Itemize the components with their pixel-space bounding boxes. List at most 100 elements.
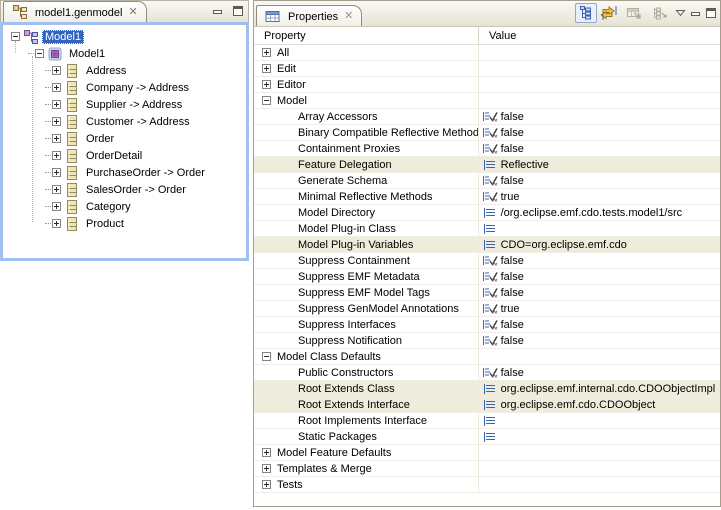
- property-value-cell[interactable]: true: [478, 189, 720, 204]
- property-row-minimal-reflective-methods[interactable]: Minimal Reflective Methods true: [254, 189, 720, 205]
- property-value: CDO=org.eclipse.emf.cdo: [501, 239, 627, 251]
- expand-icon[interactable]: [262, 480, 271, 489]
- close-icon[interactable]: ✕: [128, 7, 137, 17]
- property-row-root-extends-interface[interactable]: Root Extends Interface org.eclipse.emf.c…: [254, 397, 720, 413]
- tree-mode-button[interactable]: [575, 3, 597, 23]
- property-value-cell[interactable]: /org.eclipse.emf.cdo.tests.model1/src: [478, 205, 720, 220]
- expand-icon[interactable]: [262, 64, 271, 73]
- property-row-array-accessors[interactable]: Array Accessors false: [254, 109, 720, 125]
- tree-item-supplier-address-l2[interactable]: Supplier -> Address: [3, 96, 246, 113]
- category-row-editor[interactable]: Editor: [254, 77, 720, 93]
- property-value-cell[interactable]: Reflective: [478, 157, 720, 172]
- property-value-cell[interactable]: false: [478, 125, 720, 140]
- expand-icon[interactable]: [52, 100, 61, 109]
- property-value-cell[interactable]: false: [478, 141, 720, 156]
- view-menu-icon[interactable]: [673, 4, 687, 22]
- category-row-model-class-defaults[interactable]: Model Class Defaults: [254, 349, 720, 365]
- property-value-cell[interactable]: [478, 413, 720, 428]
- tree-item-category-l2[interactable]: Category: [3, 198, 246, 215]
- property-value-cell[interactable]: true: [478, 301, 720, 316]
- expand-icon[interactable]: [262, 448, 271, 457]
- expand-icon[interactable]: [52, 219, 61, 228]
- tree-item-order-l2[interactable]: Order: [3, 130, 246, 147]
- property-row-suppress-interfaces[interactable]: Suppress Interfaces false: [254, 317, 720, 333]
- tree-item-company-address-l2[interactable]: Company -> Address: [3, 79, 246, 96]
- tree-item-orderdetail-l2[interactable]: OrderDetail: [3, 147, 246, 164]
- property-row-containment-proxies[interactable]: Containment Proxies false: [254, 141, 720, 157]
- property-row-binary-compatible-reflective-methods[interactable]: Binary Compatible Reflective Methods fal…: [254, 125, 720, 141]
- tree-item-salesorder-order-l2[interactable]: SalesOrder -> Order: [3, 181, 246, 198]
- property-row-generate-schema[interactable]: Generate Schema false: [254, 173, 720, 189]
- property-row-root-implements-interface[interactable]: Root Implements Interface: [254, 413, 720, 429]
- collapse-icon[interactable]: [262, 352, 271, 361]
- property-value-cell[interactable]: false: [478, 365, 720, 380]
- expand-icon[interactable]: [262, 80, 271, 89]
- property-value-cell[interactable]: org.eclipse.emf.cdo.CDOObject: [478, 397, 720, 412]
- minimize-button[interactable]: [211, 4, 224, 17]
- property-row-feature-delegation[interactable]: Feature Delegation Reflective: [254, 157, 720, 173]
- expand-icon[interactable]: [262, 48, 271, 57]
- property-row-root-extends-class[interactable]: Root Extends Class org.eclipse.emf.inter…: [254, 381, 720, 397]
- class-icon: [64, 216, 80, 232]
- property-value-cell[interactable]: false: [478, 253, 720, 268]
- property-row-suppress-notification[interactable]: Suppress Notification false: [254, 333, 720, 349]
- maximize-button[interactable]: [704, 7, 717, 20]
- expand-icon[interactable]: [52, 202, 61, 211]
- property-row-suppress-containment[interactable]: Suppress Containment false: [254, 253, 720, 269]
- minimize-button[interactable]: [689, 7, 702, 20]
- collapse-icon[interactable]: [11, 32, 20, 41]
- category-row-all[interactable]: All: [254, 45, 720, 61]
- property-value-cell[interactable]: [478, 221, 720, 236]
- property-value-cell[interactable]: CDO=org.eclipse.emf.cdo: [478, 237, 720, 252]
- property-value-cell[interactable]: org.eclipse.emf.internal.cdo.CDOObjectIm…: [478, 381, 720, 396]
- property-value-cell[interactable]: false: [478, 269, 720, 284]
- property-value-cell: [478, 349, 720, 364]
- category-row-tests[interactable]: Tests: [254, 477, 720, 493]
- properties-toolbar: [575, 3, 717, 23]
- property-row-suppress-emf-metadata[interactable]: Suppress EMF Metadata false: [254, 269, 720, 285]
- tree-item-model1-l1[interactable]: Model1: [3, 45, 246, 62]
- property-row-public-constructors[interactable]: Public Constructors false: [254, 365, 720, 381]
- property-row-model-directory[interactable]: Model Directory /org.eclipse.emf.cdo.tes…: [254, 205, 720, 221]
- maximize-button[interactable]: [231, 4, 244, 17]
- category-row-model[interactable]: Model: [254, 93, 720, 109]
- tree-item-customer-address-l2[interactable]: Customer -> Address: [3, 113, 246, 130]
- property-value-cell[interactable]: false: [478, 173, 720, 188]
- expand-icon[interactable]: [52, 134, 61, 143]
- property-row-suppress-emf-model-tags[interactable]: Suppress EMF Model Tags false: [254, 285, 720, 301]
- tab-model1-genmodel[interactable]: model1.genmodel ✕: [3, 1, 147, 22]
- property-row-model-plug-in-variables[interactable]: Model Plug-in Variables CDO=org.eclipse.…: [254, 237, 720, 253]
- expand-icon[interactable]: [52, 66, 61, 75]
- show-advanced-properties-button[interactable]: [599, 3, 621, 23]
- collapse-icon[interactable]: [262, 96, 271, 105]
- expand-icon[interactable]: [262, 464, 271, 473]
- expand-icon[interactable]: [52, 117, 61, 126]
- property-value-cell[interactable]: [478, 429, 720, 444]
- property-row-model-plug-in-class[interactable]: Model Plug-in Class: [254, 221, 720, 237]
- category-row-edit[interactable]: Edit: [254, 61, 720, 77]
- tree-item-purchaseorder-order-l2[interactable]: PurchaseOrder -> Order: [3, 164, 246, 181]
- category-row-model-feature-defaults[interactable]: Model Feature Defaults: [254, 445, 720, 461]
- tree-item-model1-l0[interactable]: Model1: [3, 28, 246, 45]
- text-value-icon: [482, 159, 499, 171]
- property-value-cell[interactable]: false: [478, 285, 720, 300]
- column-resize-sash[interactable]: [478, 27, 479, 44]
- expand-icon[interactable]: [52, 151, 61, 160]
- property-value-cell[interactable]: false: [478, 109, 720, 124]
- expand-icon[interactable]: [52, 83, 61, 92]
- property-row-static-packages[interactable]: Static Packages: [254, 429, 720, 445]
- expand-icon[interactable]: [52, 168, 61, 177]
- class-icon: [64, 148, 80, 164]
- tab-properties[interactable]: Properties ✕: [256, 5, 362, 26]
- tree-item-address-l2[interactable]: Address: [3, 62, 246, 79]
- property-value-cell: [478, 93, 720, 108]
- expand-icon[interactable]: [52, 185, 61, 194]
- close-icon[interactable]: ✕: [344, 11, 353, 21]
- property-row-suppress-genmodel-annotations[interactable]: Suppress GenModel Annotations true: [254, 301, 720, 317]
- tree-item-product-l2[interactable]: Product: [3, 215, 246, 232]
- category-row-templates-merge[interactable]: Templates & Merge: [254, 461, 720, 477]
- property-value-cell[interactable]: false: [478, 333, 720, 348]
- property-name: Model Feature Defaults: [277, 447, 391, 459]
- property-value-cell[interactable]: false: [478, 317, 720, 332]
- collapse-icon[interactable]: [35, 49, 44, 58]
